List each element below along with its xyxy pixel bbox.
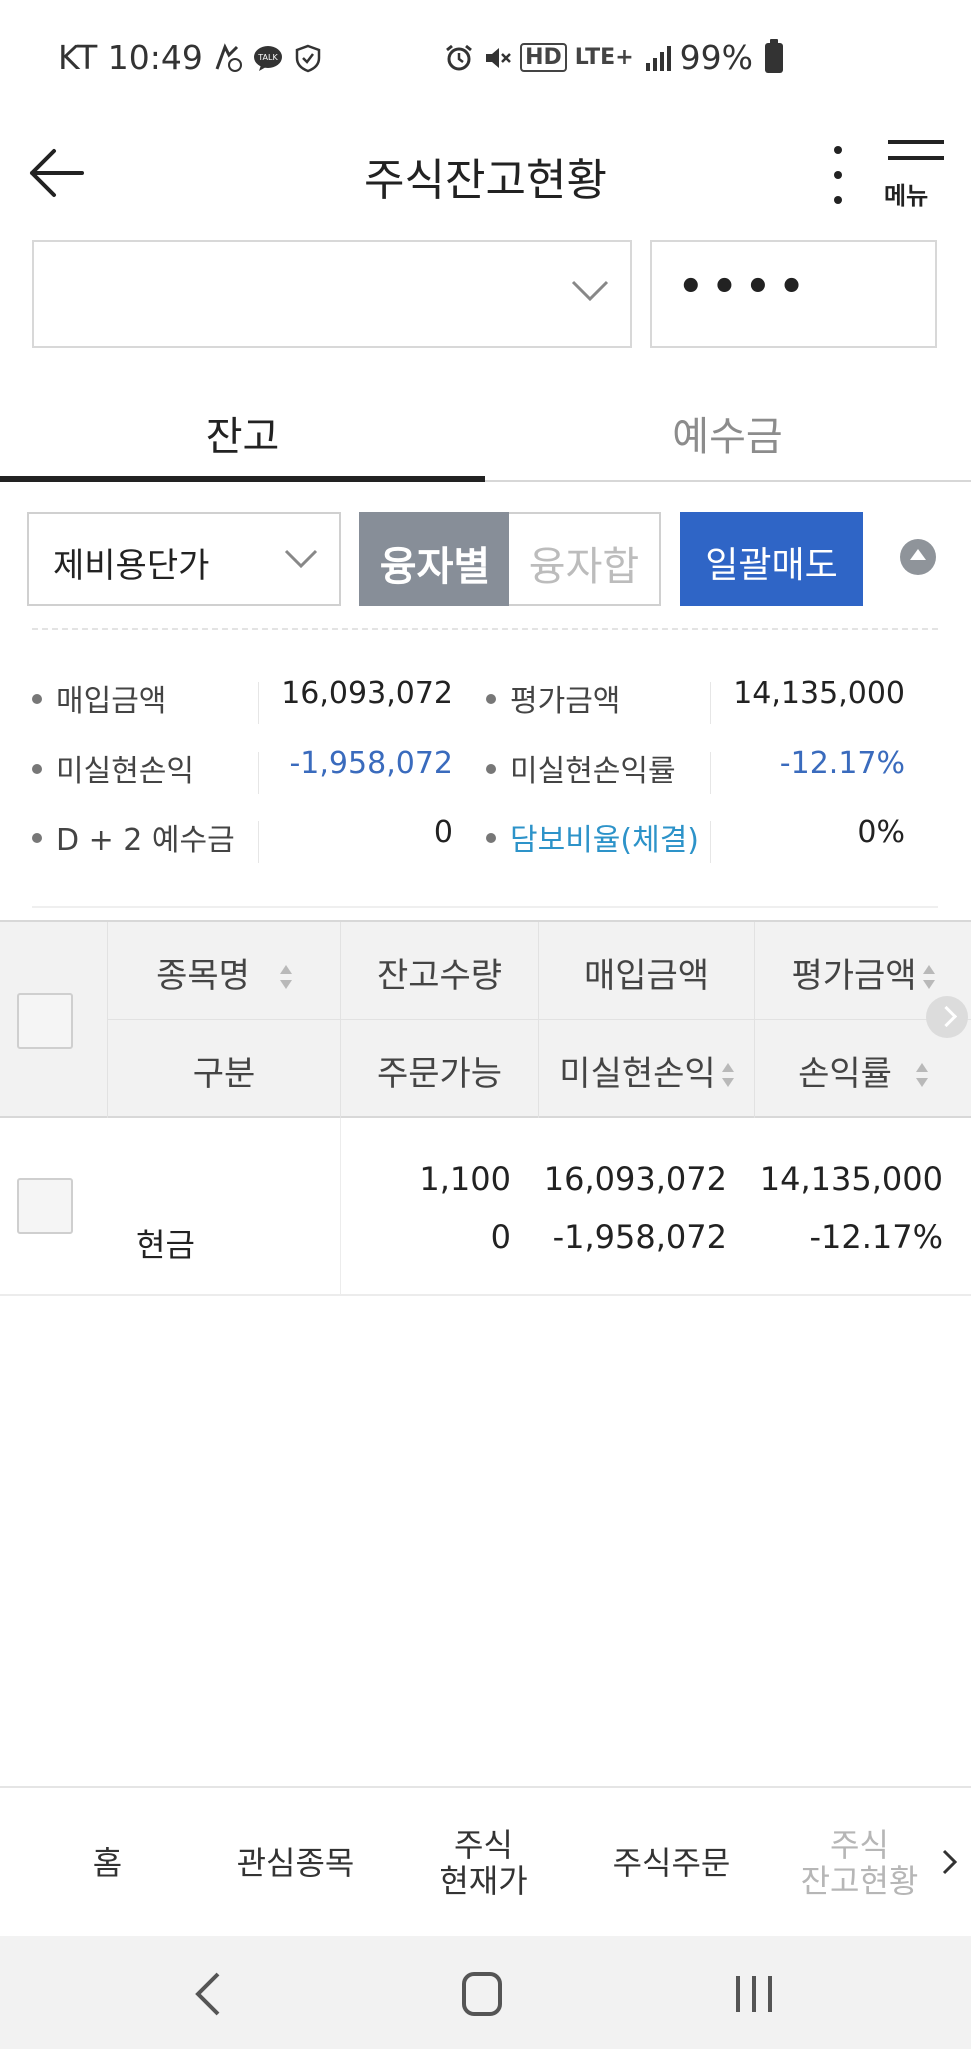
summary-label: D + 2 예수금 — [32, 815, 235, 859]
dotted-divider — [32, 628, 938, 630]
account-select[interactable] — [32, 240, 632, 348]
summary-row: D + 2 예수금 0 담보비율(체결) 0% — [0, 815, 971, 885]
row-checkbox[interactable] — [17, 1178, 73, 1234]
nav-home[interactable]: 홈 — [30, 1788, 185, 1938]
more-options-icon[interactable] — [818, 140, 858, 210]
summary-value: -12.17% — [779, 746, 905, 781]
summary-value: 16,093,072 — [281, 676, 453, 711]
price-type-value: 제비용단가 — [53, 546, 210, 586]
sort-icon — [279, 963, 292, 993]
table-row[interactable]: 현금 1,100 0 16,093,072 -1,958,072 14,135,… — [0, 1118, 971, 1296]
svg-text:TALK: TALK — [257, 53, 278, 62]
bulk-sell-button[interactable]: 일괄매도 — [680, 512, 863, 606]
summary-label: 매입금액 — [32, 676, 166, 720]
collateral-ratio-link[interactable]: 담보비율(체결) — [486, 815, 699, 859]
column-header-pl-rate[interactable]: 손익률 — [755, 1046, 971, 1095]
status-left: KT 10:49 TALK — [58, 38, 323, 77]
sort-icon — [922, 963, 935, 993]
summary-value: -1,958,072 — [289, 746, 453, 781]
system-nav-bar — [0, 1936, 971, 2049]
select-all-checkbox[interactable] — [17, 993, 73, 1049]
chevron-down-icon — [571, 280, 609, 302]
mute-icon — [486, 47, 511, 68]
column-header-name[interactable]: 종목명 — [108, 948, 340, 997]
bottom-nav: 홈 관심종목 주식 현재가 주식주문 주식 잔고현황 — [0, 1786, 971, 1936]
summary-label: 미실현손익률 — [486, 746, 676, 790]
sort-icon — [721, 1061, 734, 1091]
pl-rate: -12.17% — [809, 1218, 943, 1256]
chevron-right-icon[interactable] — [940, 1848, 960, 1876]
tab-bar: 잔고 예수금 — [0, 378, 971, 482]
shield-icon — [295, 44, 321, 72]
column-header-purchase-amount: 매입금액 — [583, 956, 710, 996]
app-header: 주식잔고현황 메뉴 — [0, 122, 971, 232]
account-type: 현금 — [136, 1226, 195, 1264]
column-header-type: 구분 — [192, 1054, 256, 1094]
balance-qty: 1,100 — [419, 1160, 511, 1198]
segment-by-loan[interactable]: 융자별 — [359, 512, 511, 606]
battery-icon — [765, 38, 783, 73]
nav-current-price[interactable]: 주식 현재가 — [406, 1788, 561, 1938]
summary-value: 0 — [433, 815, 453, 850]
tab-balance[interactable]: 잔고 — [0, 378, 485, 482]
status-bar: KT 10:49 TALK HD LTE+ 99% — [0, 0, 971, 122]
price-type-select[interactable]: 제비용단가 — [27, 512, 341, 606]
summary-divider — [32, 906, 938, 908]
table-header: 종목명 잔고수량 매입금액 평가금액 구분 주문가능 미실현손익 손익률 — [0, 920, 971, 1120]
password-field[interactable]: •••• — [650, 240, 937, 348]
eval-amount: 14,135,000 — [759, 1160, 943, 1198]
purchase-amount: 16,093,072 — [543, 1160, 727, 1198]
nav-stock-order[interactable]: 주식주문 — [594, 1788, 749, 1938]
collapse-up-icon[interactable] — [900, 539, 936, 575]
scroll-right-icon[interactable] — [926, 996, 968, 1038]
sort-icon — [915, 1061, 928, 1091]
column-header-balance-qty: 잔고수량 — [376, 956, 503, 996]
column-header-unrealized-pl[interactable]: 미실현손익 — [539, 1046, 754, 1095]
signal-icon — [645, 45, 671, 71]
column-header-orderable: 주문가능 — [376, 1054, 503, 1094]
summary-label: 평가금액 — [486, 676, 620, 720]
carrier-time: KT 10:49 — [58, 38, 203, 77]
menu-label: 메뉴 — [884, 182, 929, 210]
summary-label: 미실현손익 — [32, 746, 194, 790]
talk-icon: TALK — [253, 45, 282, 71]
wifi-calling-icon — [215, 42, 242, 72]
system-back-icon[interactable] — [180, 1966, 240, 2022]
segment-loan-sum[interactable]: 융자합 — [509, 512, 661, 606]
hd-voice-badge: HD — [520, 43, 567, 72]
menu-button[interactable]: 메뉴 — [884, 134, 956, 214]
summary-row: 미실현손익 -1,958,072 미실현손익률 -12.17% — [0, 746, 971, 816]
battery-percent: 99% — [679, 38, 753, 77]
summary-row: 매입금액 16,093,072 평가금액 14,135,000 — [0, 676, 971, 746]
chevron-down-icon — [284, 549, 318, 569]
nav-stock-balance[interactable]: 주식 잔고현황 — [782, 1788, 937, 1938]
nav-watchlist[interactable]: 관심종목 — [218, 1788, 373, 1938]
summary-value: 14,135,000 — [733, 676, 905, 711]
tab-deposit[interactable]: 예수금 — [485, 378, 970, 482]
lte-badge: LTE+ — [574, 45, 634, 70]
unrealized-pl: -1,958,072 — [552, 1218, 727, 1256]
system-home-icon[interactable] — [452, 1966, 512, 2022]
status-right: HD LTE+ 99% — [444, 38, 783, 77]
alarm-icon — [446, 44, 473, 70]
system-recents-icon[interactable] — [724, 1966, 784, 2022]
column-header-eval-amount[interactable]: 평가금액 — [755, 948, 971, 997]
hamburger-menu-icon — [888, 140, 944, 160]
orderable-qty: 0 — [490, 1218, 511, 1256]
summary-value: 0% — [857, 815, 905, 850]
